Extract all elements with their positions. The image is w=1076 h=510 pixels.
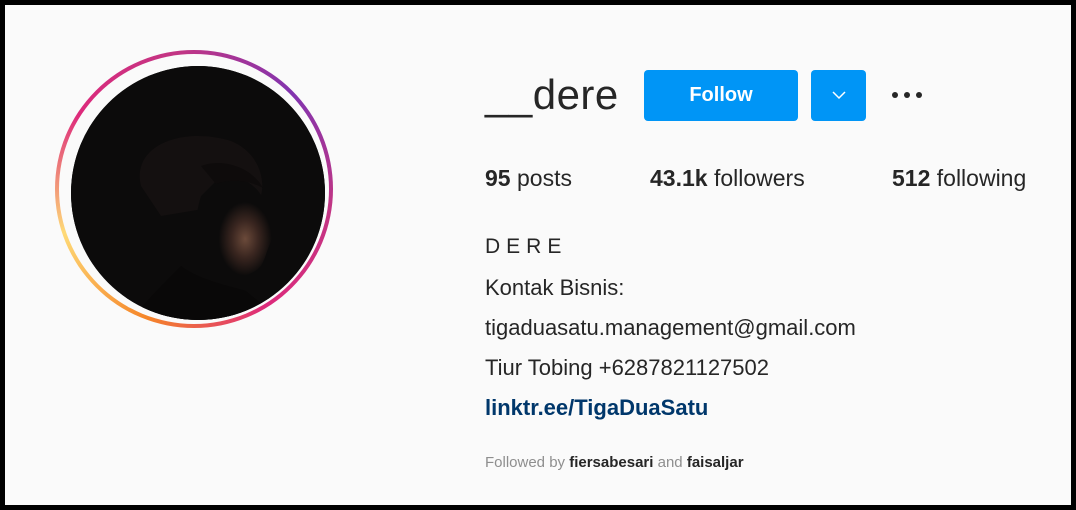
profile-username: __dere	[485, 71, 619, 118]
profile-header: __dere Follow 95 posts 43.1k followers 5…	[5, 5, 1071, 505]
avatar[interactable]	[71, 66, 325, 320]
follow-button[interactable]: Follow	[644, 70, 798, 121]
profile-full-name: DERE	[485, 235, 568, 258]
chevron-down-icon	[831, 91, 846, 100]
following-link[interactable]: 512 following	[892, 165, 1026, 192]
following-count-label: following	[930, 165, 1027, 191]
followers-count-label: followers	[707, 165, 805, 191]
bio-line-email: tigaduasatu.management@gmail.com	[485, 315, 856, 340]
following-count-value: 512	[892, 165, 931, 191]
followers-count-value: 43.1k	[650, 165, 708, 191]
followers-link[interactable]: 43.1k followers	[650, 165, 805, 192]
bio-line-business-contact: Kontak Bisnis:	[485, 275, 625, 300]
story-ring[interactable]	[55, 50, 333, 328]
posts-count-value: 95	[485, 165, 511, 191]
followed-by-user-1[interactable]: fiersabesari	[569, 454, 653, 471]
more-options-button[interactable]	[885, 83, 929, 107]
posts-count: 95 posts	[485, 165, 572, 192]
suggested-dropdown-button[interactable]	[811, 70, 866, 121]
followed-by-text: Followed by fiersabesari and faisaljar	[485, 454, 744, 471]
more-options-icon	[889, 92, 925, 98]
followed-by-user-2[interactable]: faisaljar	[687, 454, 744, 471]
followed-by-prefix: Followed by	[485, 454, 570, 471]
bio-external-link[interactable]: linktr.ee/TigaDuaSatu	[485, 395, 708, 421]
followed-by-conjunction: and	[653, 454, 687, 471]
bio-line-phone: Tiur Tobing +6287821127502	[485, 355, 770, 380]
posts-count-label: posts	[510, 165, 572, 191]
story-ring-gap	[59, 54, 329, 324]
avatar-photo	[71, 66, 325, 320]
